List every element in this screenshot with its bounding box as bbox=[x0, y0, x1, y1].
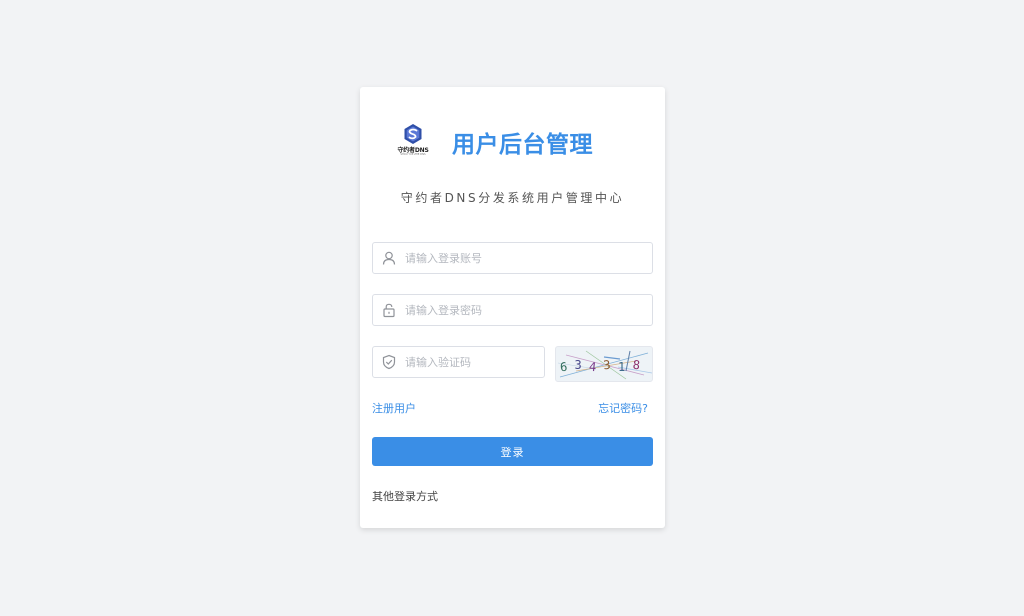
logo-mark-icon bbox=[404, 124, 422, 144]
captcha-input[interactable] bbox=[405, 347, 536, 377]
lock-icon bbox=[383, 303, 395, 318]
captcha-field bbox=[372, 346, 545, 378]
captcha-digit: 6 bbox=[559, 360, 568, 375]
login-button[interactable]: 登录 bbox=[372, 437, 653, 466]
shield-icon bbox=[382, 354, 396, 370]
register-link[interactable]: 注册用户 bbox=[372, 400, 416, 416]
captcha-digit: 1 bbox=[618, 360, 625, 374]
username-field bbox=[372, 242, 653, 274]
forgot-password-link[interactable]: 忘记密码? bbox=[598, 400, 648, 416]
page-title: 用户后台管理 bbox=[452, 132, 593, 158]
captcha-image[interactable]: 634318 bbox=[555, 346, 653, 382]
page-subtitle: 守约者DNS分发系统用户管理中心 bbox=[400, 191, 625, 205]
password-input[interactable] bbox=[405, 295, 644, 325]
captcha-digit: 3 bbox=[603, 358, 612, 373]
captcha-digit: 8 bbox=[632, 358, 641, 373]
captcha-graphic: 634318 bbox=[557, 350, 652, 380]
user-icon bbox=[382, 251, 396, 265]
other-login-methods[interactable]: 其他登录方式 bbox=[372, 488, 438, 504]
username-input[interactable] bbox=[405, 243, 644, 273]
logo-subtext: SHOU YUE ZHE DNS bbox=[400, 153, 426, 156]
captcha-digit: 4 bbox=[588, 360, 597, 375]
password-field bbox=[372, 294, 653, 326]
captcha-digit: 3 bbox=[575, 358, 582, 372]
login-card: 守约者DNS SHOU YUE ZHE DNS 用户后台管理 守约者DNS分发系… bbox=[360, 87, 665, 528]
brand-logo: 守约者DNS SHOU YUE ZHE DNS bbox=[390, 123, 436, 163]
